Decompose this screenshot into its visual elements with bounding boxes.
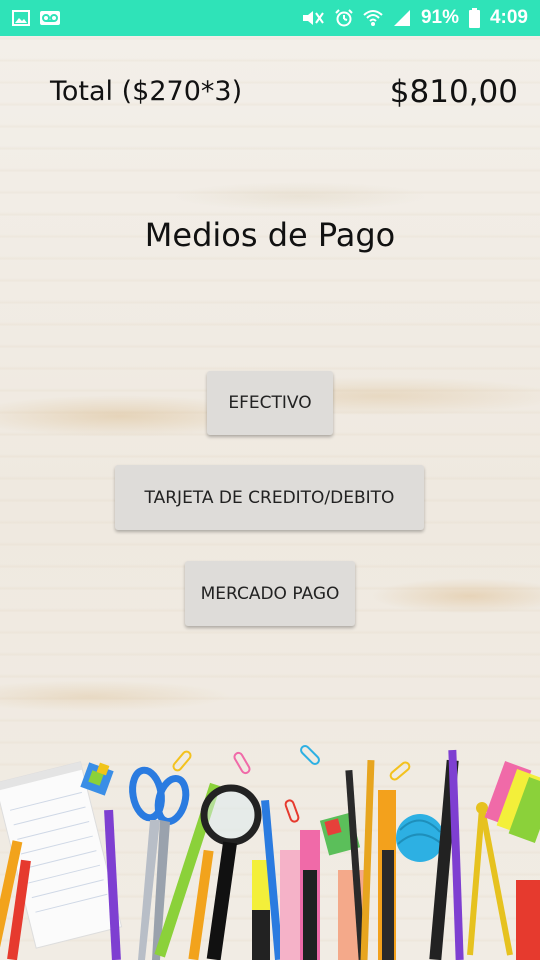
image-icon xyxy=(12,10,30,26)
wifi-icon xyxy=(363,9,383,27)
battery-percent: 91% xyxy=(420,7,459,28)
payment-methods-title: Medios de Pago xyxy=(144,216,396,254)
yarn-ball-image xyxy=(396,814,445,862)
mercadopago-button[interactable]: MERCADO PAGO xyxy=(185,561,355,626)
magnifying-glass-image xyxy=(200,784,262,960)
total-label: Total ($270*3) xyxy=(50,76,243,107)
alarm-icon xyxy=(335,9,353,27)
total-amount: $810,00 xyxy=(389,74,518,110)
clock: 4:09 xyxy=(489,7,528,28)
status-bar-right: 91% 4:09 xyxy=(301,7,528,29)
voicemail-icon xyxy=(40,11,60,25)
status-bar: 91% 4:09 xyxy=(0,0,540,36)
scissors-image xyxy=(129,766,190,960)
status-bar-left xyxy=(12,10,60,26)
signal-icon xyxy=(393,9,411,27)
battery-icon xyxy=(468,8,480,28)
card-button[interactable]: TARJETA DE CREDITO/DEBITO xyxy=(115,465,424,530)
mute-icon xyxy=(301,9,325,27)
cash-button[interactable]: EFECTIVO xyxy=(207,371,333,435)
school-supplies-illustration xyxy=(0,745,540,960)
